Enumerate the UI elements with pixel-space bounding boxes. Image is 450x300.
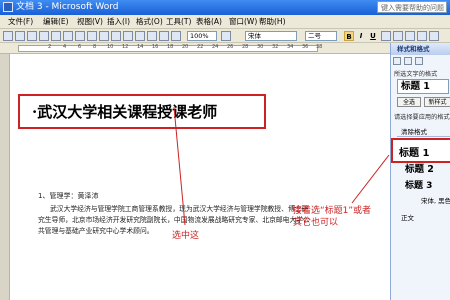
author-label: 1、管理学： [38, 192, 78, 200]
align-center-icon[interactable] [393, 31, 403, 41]
zoom-select[interactable]: 100% [187, 31, 217, 41]
print-preview-icon[interactable] [75, 31, 85, 41]
ruler-number: 16 [152, 44, 159, 50]
ruler-number: 22 [197, 44, 204, 50]
copy-icon[interactable] [123, 31, 133, 41]
ruler-number: 34 [287, 44, 294, 50]
underline-button[interactable]: U [368, 31, 378, 41]
ruler-number: 36 [302, 44, 309, 50]
help-search-input[interactable]: 键入需要帮助的问题 [377, 1, 447, 13]
word-app-icon [3, 2, 13, 12]
menu-edit[interactable]: 编辑(E) [43, 15, 69, 29]
open-icon[interactable] [15, 31, 25, 41]
menu-insert[interactable]: 插入(I) [107, 15, 130, 29]
line-spacing-icon[interactable] [429, 31, 439, 41]
research-icon[interactable] [99, 31, 109, 41]
ruler-number: 28 [242, 44, 249, 50]
justify-icon[interactable] [417, 31, 427, 41]
vertical-ruler [0, 54, 10, 300]
undo-icon[interactable] [159, 31, 169, 41]
styles-formatting-pane: 样式和格式 所选文字的格式 标题 1 全选 新样式 请选择要应用的格式 清除格式… [390, 43, 450, 300]
menu-table[interactable]: 表格(A) [196, 15, 222, 29]
ruler-number: 8 [93, 44, 97, 50]
ruler-number: 26 [227, 44, 234, 50]
style-heading-1[interactable]: 标题 1 [399, 144, 429, 159]
back-arrow-icon[interactable] [393, 57, 401, 65]
menu-bar: 文件(F) 编辑(E) 视图(V) 插入(I) 格式(O) 工具(T) 表格(A… [0, 15, 450, 29]
new-doc-icon[interactable] [3, 31, 13, 41]
ruler-number: 2 [48, 44, 52, 50]
selected-format-label: 所选文字的格式 [394, 71, 438, 78]
ruler-number: 18 [167, 44, 174, 50]
redo-icon[interactable] [171, 31, 181, 41]
window-title: 文档 3 - Microsoft Word [16, 2, 119, 12]
home-icon[interactable] [415, 57, 423, 65]
align-right-icon[interactable] [405, 31, 415, 41]
style-heading-2[interactable]: 标题 2 [405, 161, 434, 175]
ruler-number: 14 [137, 44, 144, 50]
author-name: 黄泽沛 [77, 192, 99, 200]
pane-nav [393, 57, 449, 66]
ruler-number: 4 [63, 44, 67, 50]
menu-window[interactable]: 窗口(W) [229, 15, 257, 29]
menu-view[interactable]: 视图(V) [77, 15, 103, 29]
doc-heading[interactable]: ·武汉大学相关课程授课老师 [32, 101, 217, 122]
permission-icon[interactable] [39, 31, 49, 41]
format-painter-icon[interactable] [147, 31, 157, 41]
pane-header[interactable]: 样式和格式 [391, 43, 450, 55]
style-songti-black[interactable]: 宋体, 黑色 [421, 195, 450, 205]
paste-icon[interactable] [135, 31, 145, 41]
style-heading-3[interactable]: 标题 3 [405, 178, 432, 191]
size-select[interactable]: 二号 [305, 31, 337, 41]
menu-file[interactable]: 文件(F) [8, 15, 33, 29]
new-style-button[interactable]: 新样式 [424, 97, 450, 107]
menu-help[interactable]: 帮助(H) [259, 15, 286, 29]
email-icon[interactable] [51, 31, 61, 41]
font-select[interactable]: 宋体 [245, 31, 297, 41]
doc-body-line[interactable]: 武汉大学经济与管理学院工商管理系教授，现为武汉大学经济与管理学院教授、博士研 [50, 203, 308, 213]
ruler-number: 20 [182, 44, 189, 50]
cut-icon[interactable] [111, 31, 121, 41]
print-icon[interactable] [63, 31, 73, 41]
save-icon[interactable] [27, 31, 37, 41]
window-titlebar: 文档 3 - Microsoft Word 键入需要帮助的问题 [0, 0, 450, 15]
doc-author-line[interactable]: 1、管理学：黄泽沛 [38, 191, 98, 201]
ruler-number: 24 [212, 44, 219, 50]
forward-arrow-icon[interactable] [404, 57, 412, 65]
ruler-number: 32 [272, 44, 279, 50]
ruler-number: 30 [257, 44, 264, 50]
italic-button[interactable]: I [356, 31, 366, 41]
annotation-others-ok: 其它也可以 [293, 218, 339, 228]
document-page[interactable]: ·武汉大学相关课程授课老师 1、管理学：黄泽沛 武汉大学经济与管理学院工商管理系… [10, 54, 390, 300]
ruler-number: 6 [78, 44, 82, 50]
menu-tools[interactable]: 工具(T) [166, 15, 191, 29]
annotation-select-this: 选中这 [172, 231, 200, 241]
ruler-number: 38 [316, 44, 323, 50]
doc-body-line[interactable]: 究生导师，北京市场经济开发研究院副院长，中国物流发展战略研究专家、北京邮电大学公 [38, 214, 310, 224]
read-icon[interactable] [221, 31, 231, 41]
bold-button[interactable]: B [344, 31, 354, 41]
toolbar: 100% 宋体 二号 B I U [0, 29, 450, 43]
align-left-icon[interactable] [381, 31, 391, 41]
apply-format-label: 请选择要应用的格式 [394, 114, 450, 121]
ruler-number: 10 [107, 44, 114, 50]
select-all-button[interactable]: 全选 [397, 97, 421, 107]
ruler-number: 12 [122, 44, 129, 50]
spelling-icon[interactable] [87, 31, 97, 41]
doc-body-line[interactable]: 共管理与基础产业研究中心学术顾问。 [38, 225, 154, 235]
clear-format-item[interactable]: 清除格式 [401, 126, 427, 136]
menu-format[interactable]: 格式(O) [136, 15, 163, 29]
current-style-box[interactable]: 标题 1 [397, 79, 449, 94]
style-normal[interactable]: 正文 [401, 212, 414, 222]
horizontal-ruler[interactable]: 2 4 6 8 10 12 14 16 18 20 22 24 26 28 30… [0, 43, 390, 54]
pane-divider [397, 136, 450, 137]
